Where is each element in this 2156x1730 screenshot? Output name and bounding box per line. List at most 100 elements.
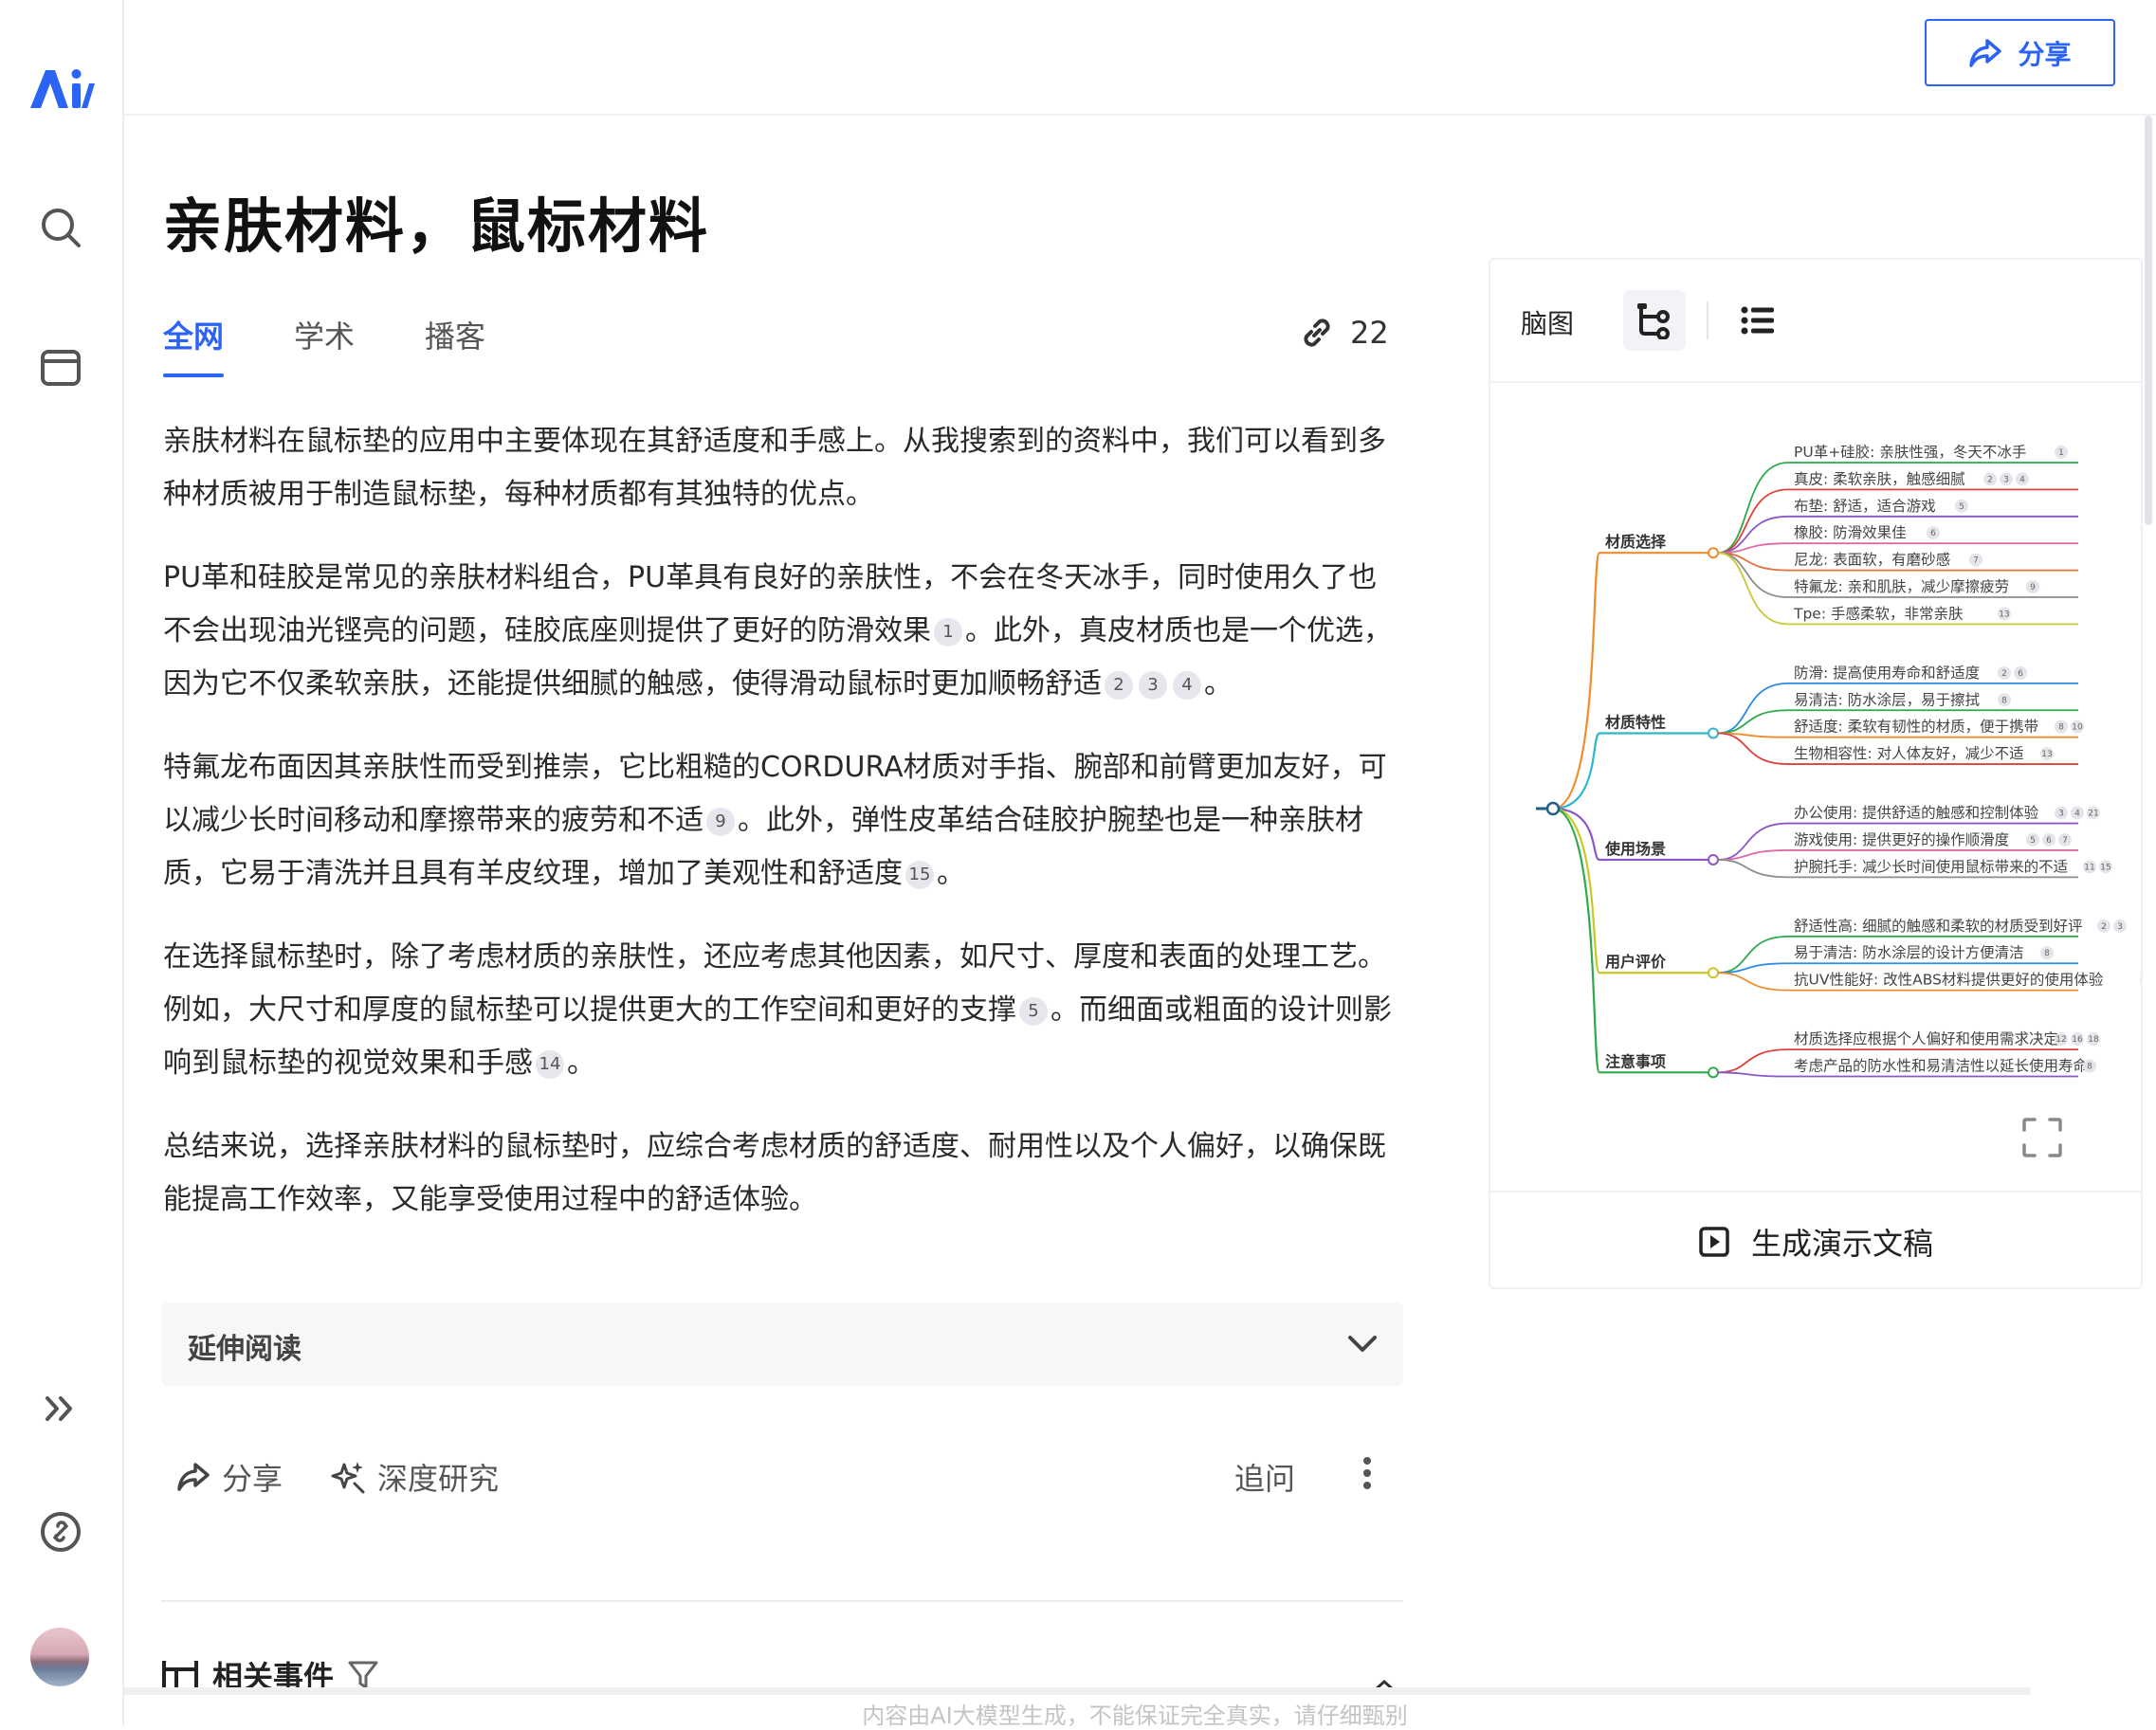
mindmap-citation-number: 1 (2058, 448, 2064, 458)
mindmap-category[interactable]: 材质选择 (1605, 533, 1667, 551)
mindmap-citation-number: 8 (2001, 696, 2007, 705)
citation-badge[interactable]: 4 (1173, 670, 1201, 700)
mindmap-category[interactable]: 使用场景 (1604, 840, 1666, 858)
mindmap-leaf[interactable]: 考虑产品的防水性和易清洁性以延长使用寿命 (1794, 1058, 2088, 1075)
mindmap-leaf[interactable]: 舒适性高: 细腻的触感和柔软的材质受到好评 (1794, 918, 2083, 935)
mindmap-leaf[interactable]: 护腕托手: 减少长时间使用鼠标带来的不适 (1794, 858, 2068, 875)
deep-research-button[interactable]: 深度研究 (330, 1455, 499, 1499)
outline-view-toggle[interactable] (1727, 290, 1788, 351)
mindmap-citation-number: 11 (2084, 863, 2094, 872)
sparkle-icon (331, 1462, 365, 1494)
citation-badge[interactable]: 9 (706, 807, 735, 836)
related-events-label: 相关事件 (212, 1661, 335, 1689)
page-title: 亲肤材料，鼠标材料 (163, 191, 710, 261)
mindmap-leaf[interactable]: 生物相容性: 对人体友好，减少不适 (1794, 745, 2024, 762)
mindmap-branch (1552, 807, 1713, 974)
mindmap-branch (1552, 552, 1713, 810)
mindmap-leaf[interactable]: 特氟龙: 亲和肌肤，减少摩擦疲劳 (1794, 578, 2009, 595)
mindmap-view-toggle[interactable] (1623, 290, 1686, 351)
paragraph-4: 在选择鼠标垫时，除了考虑材质的亲肤性，还应考虑其他因素，如尺寸、厚度和表面的处理… (163, 931, 1405, 1090)
mindmap-leaf[interactable]: Tpe: 手感柔软，非常亲肤 (1793, 605, 1964, 622)
link-icon (1304, 319, 1330, 347)
share-button[interactable]: 分享 (1925, 19, 2115, 86)
citation-badge[interactable]: 2 (1105, 670, 1133, 700)
app-logo-icon[interactable] (27, 63, 95, 114)
deep-research-label: 深度研究 (377, 1461, 500, 1497)
mindmap-leaf[interactable]: 布垫: 舒适，适合游戏 (1794, 498, 1936, 515)
further-reading-section[interactable]: 延伸阅读 (161, 1302, 1403, 1386)
citation-badge[interactable]: 5 (1019, 996, 1048, 1026)
filter-icon[interactable] (347, 1661, 379, 1689)
fullscreen-icon[interactable] (2021, 1117, 2063, 1158)
citation-badge[interactable]: 14 (536, 1049, 564, 1079)
mindmap-node[interactable] (1708, 1066, 1719, 1079)
answer-article: 亲肤材料在鼠标垫的应用中主要体现在其舒适度和手感上。从我搜索到的资料中，我们可以… (163, 415, 1405, 1257)
mindmap-citation-number: 2 (1987, 475, 1993, 484)
related-events-header[interactable]: 相关事件 (161, 1661, 379, 1689)
generate-presentation-button[interactable]: 生成演示文稿 (1490, 1191, 2141, 1291)
mindmap-node[interactable] (1708, 547, 1719, 559)
reference-count-value: 22 (1350, 315, 1389, 351)
mindmap-citation-number: 8 (2058, 723, 2064, 733)
mindmap-leaf[interactable]: PU革+硅胶: 亲肤性强，冬天不冰手 (1794, 444, 2026, 461)
mindmap-leaf[interactable]: 舒适度: 柔软有韧性的材质，便于携带 (1794, 719, 2038, 736)
mindmap-citation-number: 7 (1973, 556, 1979, 566)
history-card-icon[interactable] (36, 343, 85, 392)
mindmap-citation-number: 4 (2074, 810, 2080, 819)
mindmap-citation-number: 13 (1999, 610, 2009, 619)
mindmap-leaf[interactable]: 易清洁: 防水涂层，易于擦拭 (1794, 691, 1980, 708)
mindmap-citation-number: 16 (2072, 1035, 2083, 1045)
mindmap-leaf[interactable]: 游戏使用: 提供更好的操作顺滑度 (1794, 831, 2009, 848)
share-arrow-icon (1969, 38, 2002, 67)
mindmap-category[interactable]: 材质特性 (1605, 713, 1666, 731)
mindmap-citation-number: 8 (2044, 949, 2050, 958)
paragraph-2: PU革和硅胶是常见的亲肤材料组合，PU革具有良好的亲肤性，不会在冬天冰手，同时使… (163, 552, 1405, 711)
tab-podcast[interactable]: 播客 (425, 313, 485, 377)
mindmap-node[interactable] (1708, 967, 1719, 979)
mindmap-leaf[interactable]: 真皮: 柔软亲肤，触感细腻 (1794, 470, 1965, 487)
paragraph-1: 亲肤材料在鼠标垫的应用中主要体现在其舒适度和手感上。从我搜索到的资料中，我们可以… (163, 415, 1405, 521)
source-tabs: 全网 学术 播客 (163, 313, 556, 377)
expand-sidebar-icon[interactable] (36, 1384, 85, 1433)
mindmap-node[interactable] (1708, 727, 1719, 739)
search-icon[interactable] (36, 203, 85, 252)
mindmap-tab-label: 脑图 (1521, 308, 1575, 339)
further-reading-label: 延伸阅读 (188, 1333, 301, 1366)
follow-up-button[interactable]: 追问 (1234, 1455, 1295, 1499)
paragraph-5: 总结来说，选择亲肤材料的鼠标垫时，应综合考虑材质的舒适度、耐用性以及个人偏好，以… (163, 1120, 1405, 1227)
reference-count[interactable]: 22 (1297, 313, 1389, 353)
tab-web[interactable]: 全网 (163, 313, 225, 377)
paragraph-3-text-c: 。 (937, 857, 965, 890)
mindmap-leaf[interactable]: 材质选择应根据个人偏好和使用需求决定 (1794, 1029, 2058, 1047)
left-sidebar (0, 0, 124, 1725)
more-options-icon[interactable] (1361, 1455, 1373, 1491)
user-avatar[interactable] (30, 1628, 89, 1686)
mindmap-citation-number: 3 (2117, 922, 2123, 932)
citation-badge[interactable]: 3 (1139, 670, 1167, 700)
mindmap-citation-number: 4 (2019, 475, 2025, 484)
mindmap-view-icon (1637, 303, 1670, 339)
header-separator (1707, 301, 1708, 339)
mindmap-canvas[interactable]: 材质选择 PU革+硅胶: 亲肤性强，冬天不冰手 1 真皮: 柔软亲肤，触感细腻 2 3 4 布… (1490, 383, 2141, 1164)
chevron-down-icon[interactable] (1346, 1329, 1379, 1357)
paragraph-2-text-c: 。 (1204, 667, 1233, 701)
top-bar (124, 0, 2156, 116)
mindmap-citation-number: 18 (2088, 1035, 2099, 1045)
mindmap-leaf[interactable]: 尼龙: 表面软，有磨砂感 (1794, 552, 1950, 569)
mindmap-root-node[interactable] (1545, 801, 1561, 816)
mindmap-leaf[interactable]: 办公使用: 提供舒适的触感和控制体验 (1794, 805, 2039, 822)
share-answer-button[interactable]: 分享 (176, 1455, 283, 1499)
mindmap-leaf[interactable]: 易于清洁: 防水涂层的设计方便清洁 (1794, 944, 2024, 961)
mindmap-citation-number: 8 (2087, 1063, 2092, 1072)
citation-badge[interactable]: 1 (934, 617, 962, 646)
mindmap-leaf[interactable]: 橡胶: 防滑效果佳 (1794, 524, 1907, 541)
citation-badge[interactable]: 15 (905, 860, 934, 889)
tab-academic[interactable]: 学术 (294, 313, 355, 377)
link-app-icon[interactable] (36, 1507, 85, 1557)
mindmap-leaf[interactable]: 防滑: 提高使用寿命和舒适度 (1794, 665, 1980, 682)
mindmap-node[interactable] (1708, 853, 1719, 865)
mindmap-leaf[interactable]: 抗UV性能好: 改性ABS材料提供更好的使用体验 (1794, 972, 2104, 989)
panel-scrollbar[interactable] (2145, 116, 2152, 525)
mindmap-category[interactable]: 注意事项 (1605, 1052, 1666, 1070)
mindmap-category[interactable]: 用户评价 (1605, 953, 1667, 971)
